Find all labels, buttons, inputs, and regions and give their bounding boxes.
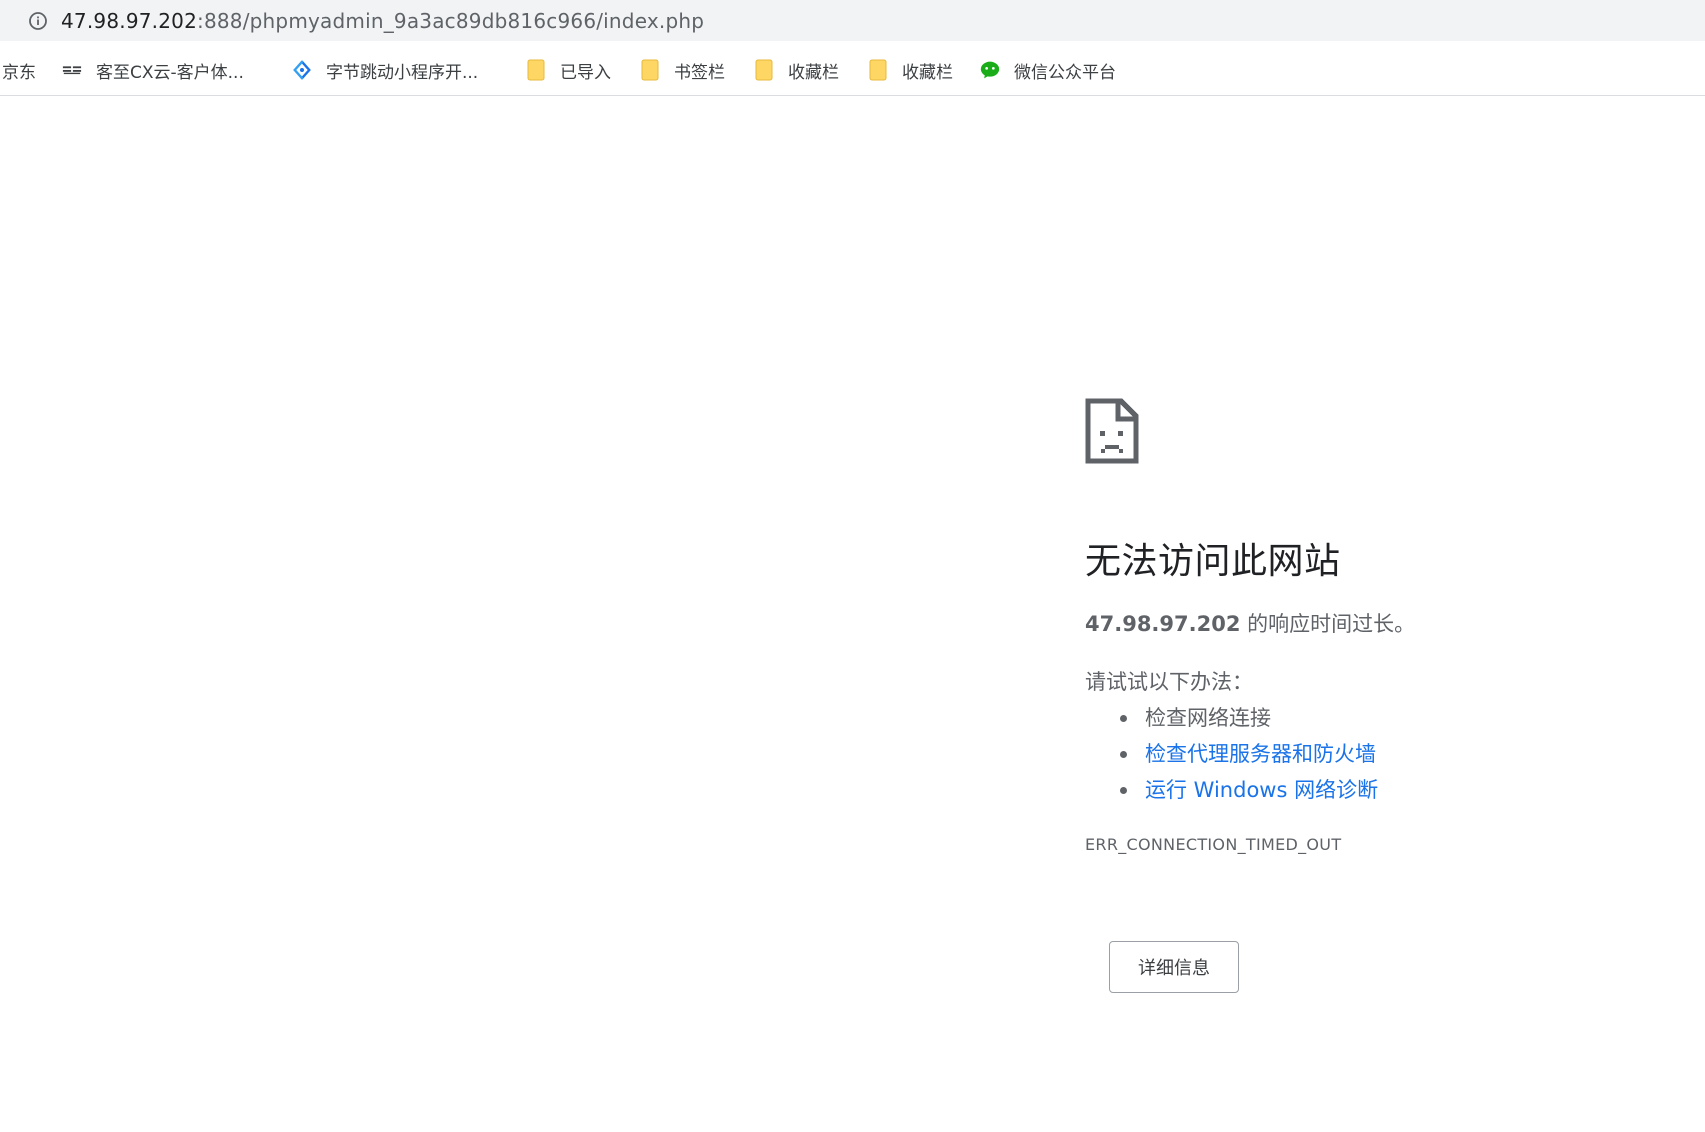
bookmark-bytedance[interactable]: 字节跳动小程序开... <box>292 54 478 86</box>
details-button[interactable]: 详细信息 <box>1109 941 1239 993</box>
error-page: 无法访问此网站 47.98.97.202 的响应时间过长。 请试试以下办法： 检… <box>1085 398 1645 993</box>
url-host: 47.98.97.202 <box>61 9 197 33</box>
bookmark-label: 收藏栏 <box>788 62 839 83</box>
folder-icon <box>754 59 774 81</box>
url-text[interactable]: 47.98.97.202:888/phpmyadmin_9a3ac89db816… <box>61 9 704 33</box>
bookmark-kezhi[interactable]: 客至CX云-客户体... <box>62 54 244 86</box>
suggestions-list: 检查网络连接 检查代理服务器和防火墙 运行 Windows 网络诊断 <box>1120 700 1378 808</box>
folder-icon <box>526 59 546 81</box>
suggestion-network-diagnostics-link[interactable]: 运行 Windows 网络诊断 <box>1145 778 1378 802</box>
error-title: 无法访问此网站 <box>1085 541 1341 582</box>
bytedance-icon <box>292 60 312 80</box>
bookmark-label: 字节跳动小程序开... <box>326 62 479 83</box>
bookmark-bookmarks-bar[interactable]: 书签栏 <box>640 54 725 86</box>
url-path: :888/phpmyadmin_9a3ac89db816c966/index.p… <box>197 9 705 33</box>
wechat-icon <box>980 60 1000 80</box>
suggestions-heading: 请试试以下办法： <box>1085 670 1253 694</box>
bookmark-imported[interactable]: 已导入 <box>526 54 611 86</box>
bookmark-label: 京东 <box>2 62 36 83</box>
bookmark-label: 书签栏 <box>674 62 725 83</box>
list-item: 检查代理服务器和防火墙 <box>1120 736 1378 772</box>
bookmark-wechat[interactable]: 微信公众平台 <box>980 54 1116 86</box>
bookmark-jd[interactable]: 京东 <box>2 54 36 86</box>
address-bar[interactable]: 47.98.97.202:888/phpmyadmin_9a3ac89db816… <box>0 0 1705 41</box>
toolbar-divider <box>0 95 1705 96</box>
bookmark-favorites-1[interactable]: 收藏栏 <box>754 54 839 86</box>
list-item: 检查网络连接 <box>1120 700 1378 736</box>
bookmark-label: 微信公众平台 <box>1014 62 1116 83</box>
suggestion-check-network: 检查网络连接 <box>1145 706 1271 730</box>
bookmarks-bar: 京东 客至CX云-客户体... 字节跳动小程序开... 已导入 书签栏 收藏栏 … <box>0 50 1705 89</box>
bookmark-label: 已导入 <box>560 62 611 83</box>
bookmark-label: 收藏栏 <box>902 62 953 83</box>
kezhi-logo-icon <box>62 60 82 80</box>
bookmark-favorites-2[interactable]: 收藏栏 <box>868 54 953 86</box>
bookmark-label: 客至CX云-客户体... <box>96 62 244 83</box>
error-host: 47.98.97.202 <box>1085 612 1241 636</box>
suggestion-check-proxy-link[interactable]: 检查代理服务器和防火墙 <box>1145 742 1376 766</box>
sad-page-icon <box>1085 398 1139 464</box>
error-message-suffix: 的响应时间过长。 <box>1240 612 1416 636</box>
info-icon[interactable] <box>28 11 48 31</box>
error-message: 47.98.97.202 的响应时间过长。 <box>1085 608 1415 638</box>
folder-icon <box>640 59 660 81</box>
error-code: ERR_CONNECTION_TIMED_OUT <box>1085 835 1342 854</box>
list-item: 运行 Windows 网络诊断 <box>1120 772 1378 808</box>
folder-icon <box>868 59 888 81</box>
